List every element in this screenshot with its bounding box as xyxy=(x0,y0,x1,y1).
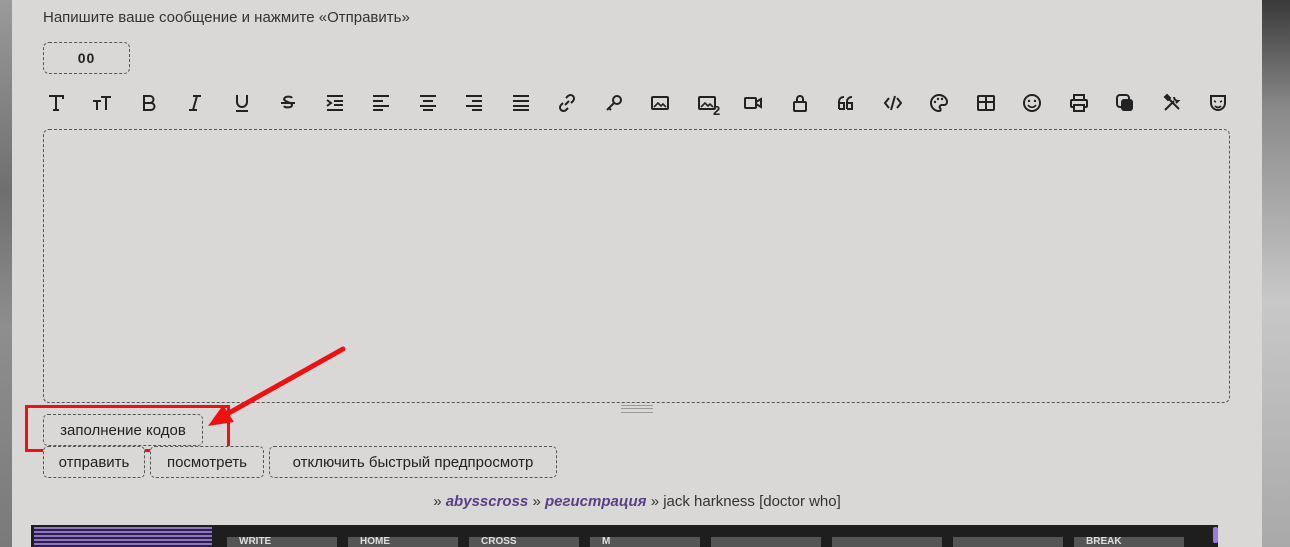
partner-banner[interactable]: WRITE xyxy=(227,537,337,547)
video-icon[interactable] xyxy=(739,89,767,117)
print-icon[interactable] xyxy=(1065,89,1093,117)
indent-icon[interactable] xyxy=(321,89,349,117)
send-button[interactable]: отправить xyxy=(43,446,145,478)
key-icon[interactable] xyxy=(600,89,628,117)
align-justify-icon[interactable] xyxy=(507,89,535,117)
partner-banner[interactable]: HOME xyxy=(348,537,458,547)
form-hint: Напишите ваше сообщение и нажмите «Отпра… xyxy=(43,9,410,26)
breadcrumb-topic: jack harkness [doctor who] xyxy=(663,493,841,510)
align-right-icon[interactable] xyxy=(460,89,488,117)
partner-banner[interactable]: M xyxy=(590,537,700,547)
breadcrumb-separator: » xyxy=(650,493,660,510)
partner-banner[interactable] xyxy=(711,537,821,547)
partner-banner[interactable] xyxy=(34,527,212,547)
link-icon[interactable] xyxy=(553,89,581,117)
align-left-icon[interactable] xyxy=(367,89,395,117)
breadcrumb: » abysscross » регистрация » jack harkne… xyxy=(12,493,1262,510)
breadcrumb-forum-link[interactable]: abysscross xyxy=(446,493,529,510)
background-right xyxy=(1262,0,1290,547)
palette-icon[interactable] xyxy=(925,89,953,117)
partner-banner[interactable]: CROSS xyxy=(469,537,579,547)
code-icon[interactable] xyxy=(879,89,907,117)
partner-banner[interactable]: BREAK xyxy=(1074,537,1184,547)
font-icon[interactable] xyxy=(42,89,70,117)
breadcrumb-section-link[interactable]: регистрация xyxy=(545,493,647,510)
disable-quick-preview-button[interactable]: отключить быстрый предпросмотр xyxy=(269,446,557,478)
smiley-icon[interactable] xyxy=(1018,89,1046,117)
partner-banner[interactable] xyxy=(832,537,942,547)
annotation-arrow xyxy=(208,346,346,426)
background-left xyxy=(0,0,12,547)
align-center-icon[interactable] xyxy=(414,89,442,117)
tools-icon[interactable] xyxy=(1158,89,1186,117)
italic-icon[interactable] xyxy=(181,89,209,117)
textarea-resize-grip[interactable] xyxy=(621,405,653,413)
table-icon[interactable] xyxy=(972,89,1000,117)
lock-icon[interactable] xyxy=(786,89,814,117)
partner-banners-strip: WRITE HOME CROSS M BREAK xyxy=(31,525,1218,547)
quote-icon[interactable] xyxy=(832,89,860,117)
partner-banner[interactable] xyxy=(953,537,1063,547)
image-icon[interactable] xyxy=(646,89,674,117)
code-counter-box[interactable]: 00 xyxy=(43,42,130,74)
image-2-subscript: 2 xyxy=(713,103,721,118)
post-form-panel: Напишите ваше сообщение и нажмите «Отпра… xyxy=(12,0,1262,547)
strikethrough-icon[interactable] xyxy=(274,89,302,117)
image-2-icon[interactable]: 2 xyxy=(693,89,721,118)
editor-toolbar: 2 xyxy=(42,89,1242,118)
preview-button[interactable]: посмотреть xyxy=(150,446,264,478)
breadcrumb-separator: » xyxy=(532,493,541,510)
underline-icon[interactable] xyxy=(228,89,256,117)
layers-icon[interactable] xyxy=(1111,89,1139,117)
mask-icon[interactable] xyxy=(1204,89,1232,117)
font-size-icon[interactable] xyxy=(88,89,116,117)
scroll-tab[interactable] xyxy=(1213,527,1218,543)
breadcrumb-separator: » xyxy=(433,493,442,510)
bold-icon[interactable] xyxy=(135,89,163,117)
